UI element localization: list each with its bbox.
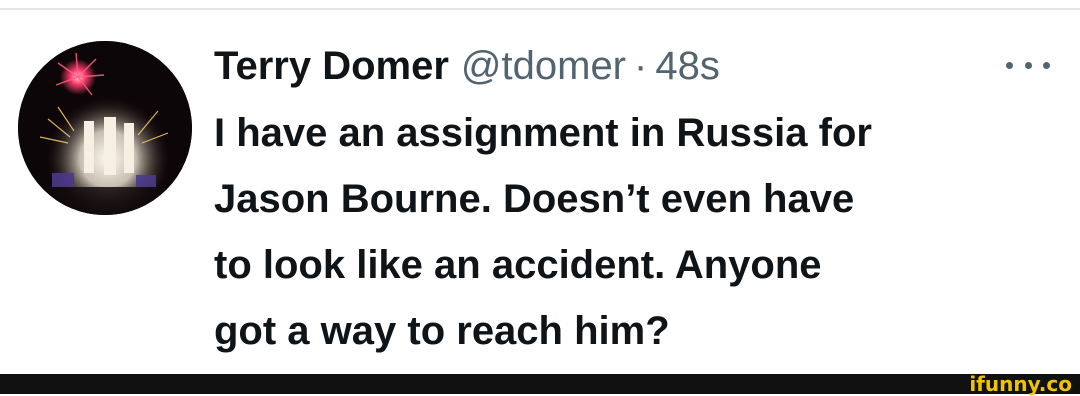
user-handle[interactable]: @tdomer	[461, 44, 626, 89]
more-horizontal-icon-dot	[1043, 61, 1050, 69]
ifunny-watermark: ifunny.co	[969, 372, 1072, 396]
footer-bar: ifunny.co	[0, 372, 1080, 396]
tweet-text-line: I have an assignment in Russia for	[214, 111, 872, 155]
tweet-text-line: to look like an accident. Anyone	[214, 243, 822, 287]
tweet-text: I have an assignment in Russia for Jason…	[214, 100, 1044, 364]
tweet-text-line: got a way to reach him?	[214, 309, 670, 353]
avatar-fireworks-image	[18, 41, 192, 215]
timestamp[interactable]: 48s	[655, 44, 720, 89]
tweet-header: Terry Domer @tdomer · 48s	[214, 38, 720, 94]
avatar[interactable]	[18, 41, 192, 215]
display-name[interactable]: Terry Domer	[214, 44, 449, 89]
more-horizontal-icon	[1006, 61, 1013, 69]
tweet-text-line: Jason Bourne. Doesn’t even have	[214, 177, 855, 221]
more-options-button[interactable]	[1006, 52, 1050, 78]
more-horizontal-icon-dot	[1024, 61, 1032, 69]
top-divider	[0, 8, 1080, 10]
separator-dot: ·	[634, 43, 648, 88]
